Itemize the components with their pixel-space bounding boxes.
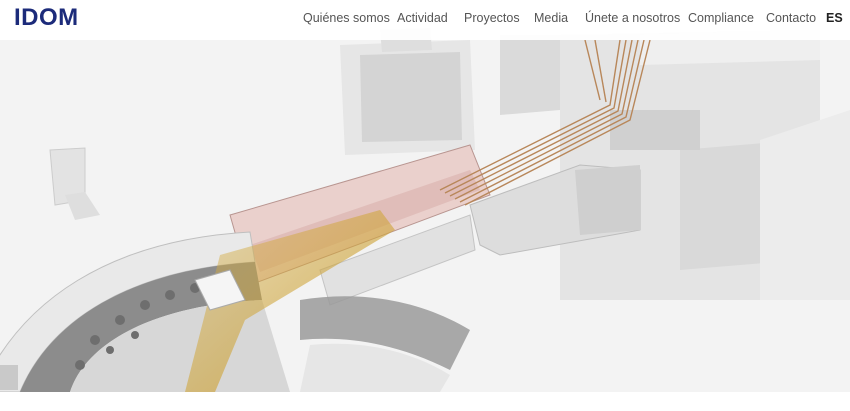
nav-proyectos[interactable]: Proyectos [464,11,520,25]
machine-illustration [0,28,850,392]
nav-contacto[interactable]: Contacto [766,11,816,25]
language-selector[interactable]: ES [826,11,843,25]
nav-compliance[interactable]: Compliance [688,11,754,25]
page-bottom [0,392,850,411]
nav-actividad[interactable]: Actividad [397,11,448,25]
nav-unete[interactable]: Únete a nosotros [585,11,680,25]
nav-quienes-somos[interactable]: Quiénes somos [303,11,390,25]
main-nav: Quiénes somos Actividad Proyectos Media … [0,11,850,31]
hero-image [0,0,850,392]
nav-media[interactable]: Media [534,11,568,25]
site-header: IDOM Quiénes somos Actividad Proyectos M… [0,0,850,40]
